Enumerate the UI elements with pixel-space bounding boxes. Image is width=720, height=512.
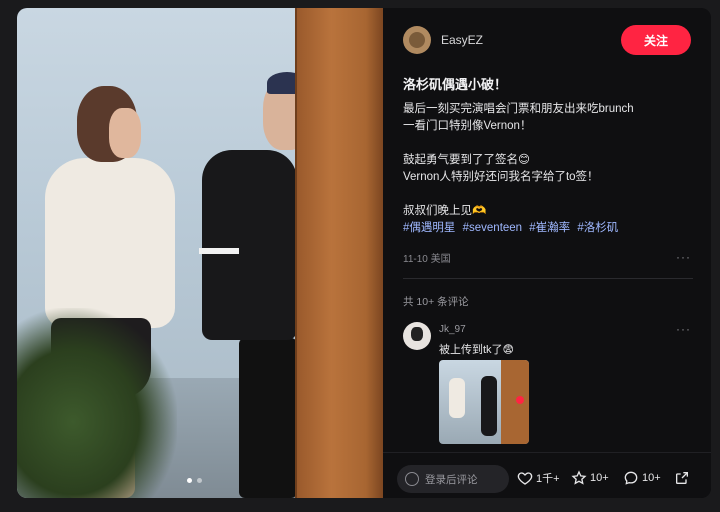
post-tags: #偶遇明星 #seventeen #崔瀚率 #洛杉矶 (403, 220, 693, 237)
photo-person-man-legs (239, 338, 297, 498)
commenter-name[interactable]: Jk_97 (439, 324, 466, 335)
share-button[interactable] (674, 470, 693, 486)
comment-text: 被上传到tk了😨 (439, 344, 515, 356)
post-date-location: 11-10 美国 (403, 254, 451, 265)
post-more-icon[interactable]: ··· (676, 250, 691, 264)
post-line-4: Vernon人特别好还问我名字给了to签！ (403, 171, 599, 183)
comment-image-red-dot (516, 396, 524, 404)
carousel-dot-2[interactable] (197, 478, 202, 483)
comment-image-person-1 (449, 378, 465, 418)
author-avatar[interactable] (403, 26, 431, 54)
bottom-action-bar: 登录后评论 1千+ 10+ 10+ (383, 452, 711, 498)
photo-wood-pillar (297, 8, 383, 498)
author-info[interactable]: EasyEZ (403, 26, 483, 54)
tag-link[interactable]: #崔瀚率 (529, 222, 570, 234)
collect-button[interactable]: 10+ (571, 470, 609, 486)
photo-person-woman (45, 158, 175, 328)
follow-button[interactable]: 关注 (621, 25, 691, 55)
carousel-dot-1[interactable] (187, 478, 192, 483)
comment-more-icon[interactable]: ··· (676, 322, 691, 336)
post-photo[interactable] (17, 8, 383, 498)
share-icon (676, 472, 688, 484)
comment-count: 共 10+ 条评论 (403, 296, 469, 308)
user-icon (405, 472, 419, 486)
comment-image[interactable] (439, 360, 529, 444)
post-line-3: 鼓起勇气要到了了签名😊 (403, 154, 530, 166)
divider (403, 278, 693, 279)
comment-count-badge: 10+ (642, 472, 661, 484)
collect-count: 10+ (590, 472, 609, 484)
like-button[interactable]: 1千+ (517, 470, 560, 486)
author-name[interactable]: EasyEZ (441, 33, 483, 47)
heart-icon (517, 472, 533, 485)
comment-image-pillar (501, 360, 529, 444)
comment-bubble-icon (624, 471, 638, 485)
tag-link[interactable]: #偶遇明星 (403, 222, 455, 234)
post-line-1: 最后一刻买完演唱会门票和朋友出来吃brunch (403, 103, 634, 115)
comment-input[interactable]: 登录后评论 (397, 465, 509, 493)
comment-input-placeholder: 登录后评论 (425, 473, 478, 486)
post-line-5: 叔叔们晚上见🫶 (403, 205, 487, 217)
tag-link[interactable]: #洛杉矶 (577, 222, 618, 234)
photo-jacket-stripe (199, 248, 239, 254)
note-viewer: EasyEZ 关注 洛杉矶偶遇小破！ 最后一刻买完演唱会门票和朋友出来吃brun… (17, 8, 711, 498)
post-line-2: 一看门口特别像Vernon！ (403, 120, 532, 132)
post-title: 洛杉矶偶遇小破！ (403, 77, 508, 92)
carousel-indicator[interactable] (187, 478, 202, 483)
note-detail-panel: EasyEZ 关注 洛杉矶偶遇小破！ 最后一刻买完演唱会门票和朋友出来吃brun… (383, 8, 711, 498)
comment-image-person-2 (481, 376, 497, 436)
photo-plant (17, 308, 177, 498)
commenter-avatar[interactable] (403, 322, 431, 350)
photo-person-woman-face (109, 108, 141, 158)
star-icon (571, 470, 587, 485)
tag-link[interactable]: #seventeen (463, 222, 522, 234)
comment-button[interactable]: 10+ (623, 470, 661, 486)
like-count: 1千+ (536, 473, 560, 485)
photo-person-man (202, 150, 297, 340)
post-content: 洛杉矶偶遇小破！ 最后一刻买完演唱会门票和朋友出来吃brunch 一看门口特别像… (403, 74, 693, 237)
